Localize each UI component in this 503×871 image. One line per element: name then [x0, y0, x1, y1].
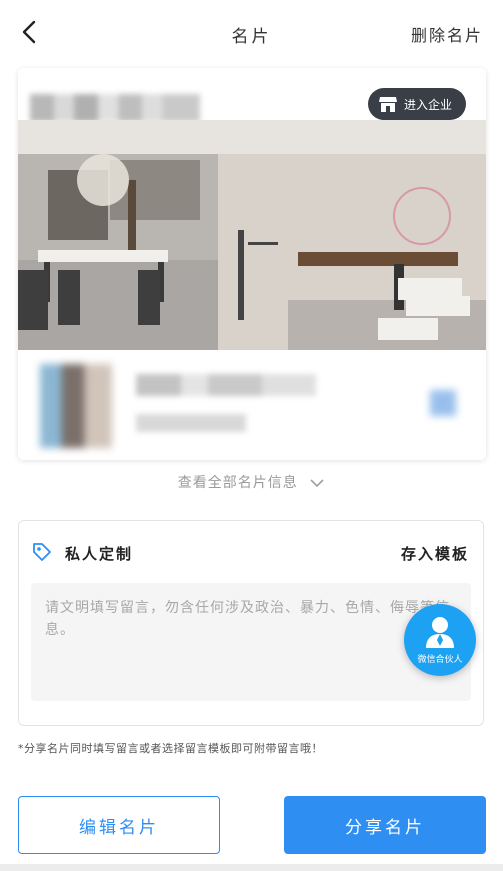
share-tip: *分享名片同时填写留言或者选择留言模板即可附带留言哦！ — [18, 742, 323, 755]
blurred-person-title — [136, 414, 246, 432]
save-template-button[interactable]: 存入模板 — [401, 543, 469, 564]
blurred-person-name — [136, 374, 316, 396]
enter-company-button[interactable]: 进入企业 — [367, 88, 466, 120]
enter-company-label: 进入企业 — [403, 97, 452, 112]
bottom-bar — [0, 864, 503, 871]
blurred-contact-icon — [430, 390, 456, 416]
avatar — [40, 364, 112, 448]
delete-card-button[interactable]: 删除名片 — [411, 22, 483, 46]
wechat-partner-button[interactable]: 微信合伙人 — [404, 604, 476, 676]
message-input[interactable] — [45, 597, 457, 687]
wechat-partner-label: 微信合伙人 — [417, 655, 463, 665]
view-all-card-info-link[interactable]: 查看全部名片信息 — [0, 472, 503, 492]
chevron-down-icon — [310, 479, 324, 488]
interior-photo — [18, 120, 486, 388]
share-card-button[interactable]: 分享名片 — [284, 796, 486, 854]
nav-bar: 名片 删除名片 — [0, 0, 503, 64]
view-all-label: 查看全部名片信息 — [177, 475, 298, 491]
private-custom-title: 私人定制 — [65, 545, 134, 563]
card-info — [18, 350, 486, 460]
tag-icon — [33, 543, 51, 561]
person-icon — [426, 617, 454, 648]
business-card: 进入企业 — [18, 68, 486, 460]
storefront-icon — [378, 97, 397, 112]
blurred-company-name — [30, 94, 200, 122]
edit-card-button[interactable]: 编辑名片 — [18, 796, 220, 854]
